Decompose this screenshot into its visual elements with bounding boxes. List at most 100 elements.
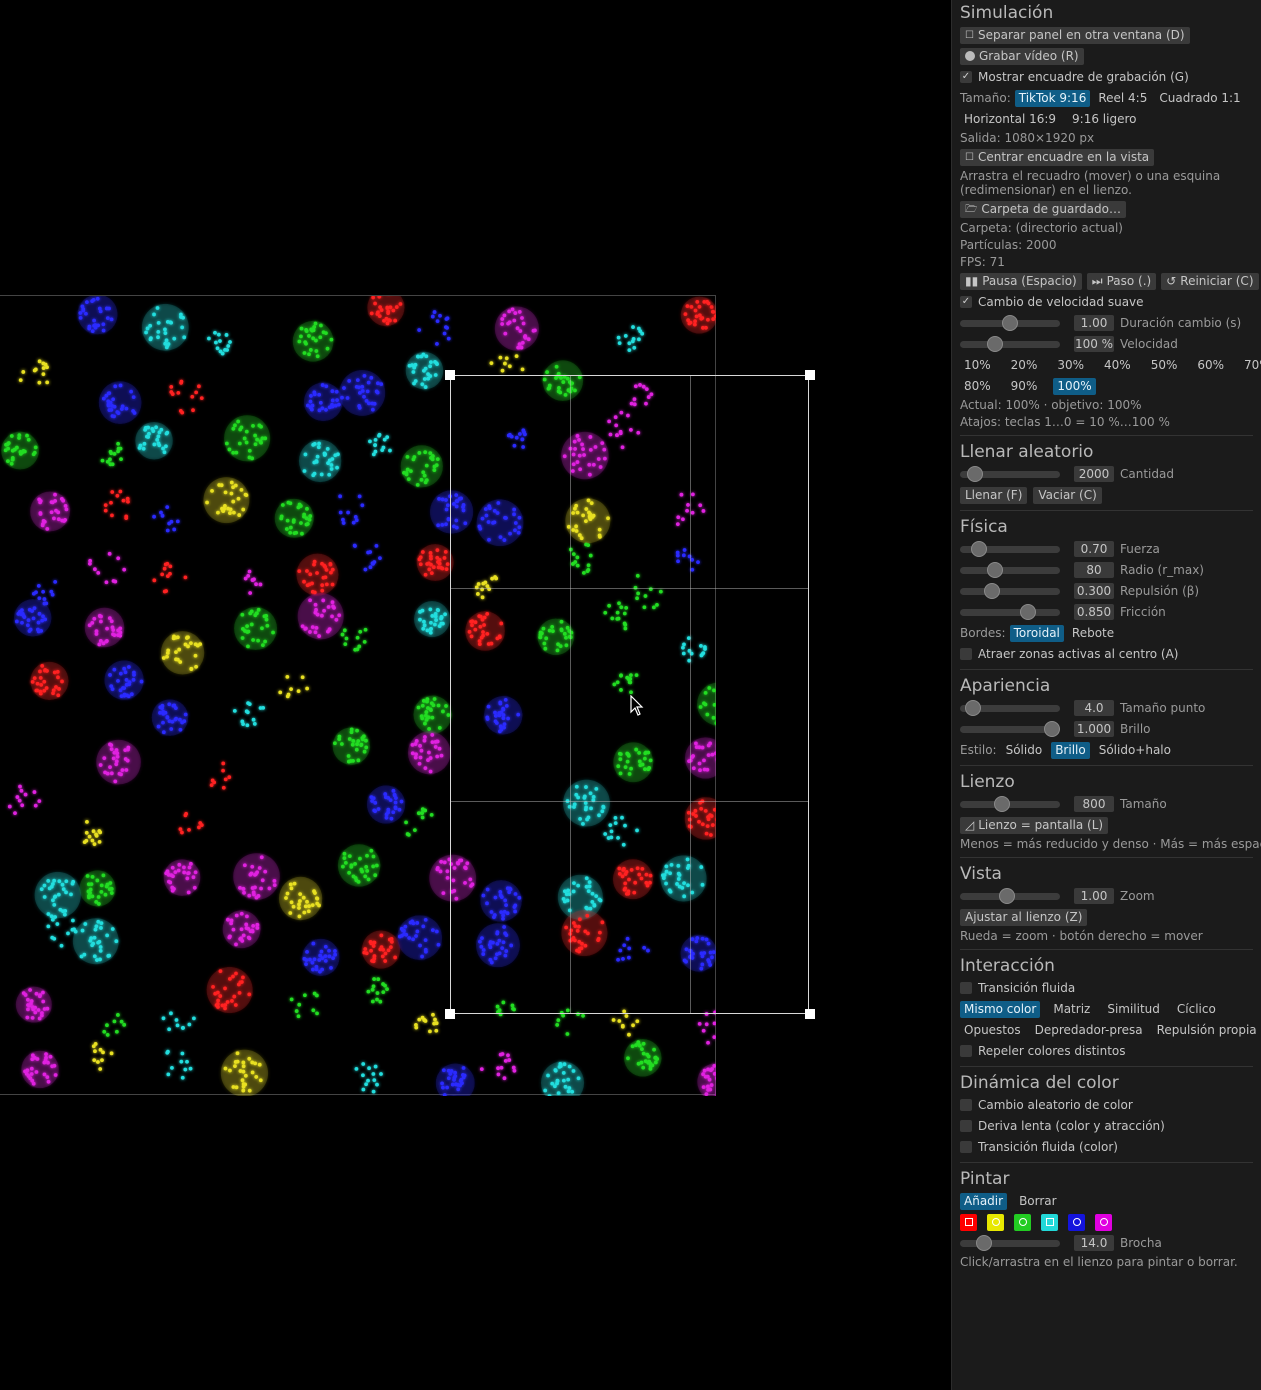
- mode-predator-prey[interactable]: Depredador-presa: [1031, 1022, 1147, 1039]
- slider-knob[interactable]: [1044, 721, 1060, 737]
- empty-button[interactable]: Vaciar (C): [1033, 486, 1102, 504]
- fill-button[interactable]: Llenar (F): [960, 486, 1028, 504]
- fluid-transition-checkbox[interactable]: [960, 982, 972, 994]
- brush-slider[interactable]: [960, 1234, 1060, 1252]
- mode-similarity[interactable]: Similitud: [1103, 1001, 1164, 1018]
- size-option-light[interactable]: 9:16 ligero: [1068, 111, 1140, 128]
- frame-resize-handle-bottom-right[interactable]: [805, 1009, 815, 1019]
- style-option-solid[interactable]: Sólido: [1002, 742, 1047, 759]
- color-swatch[interactable]: [987, 1213, 1004, 1231]
- canvas-hint: Menos = más reducido y denso · Más = más…: [960, 837, 1261, 851]
- force-value[interactable]: 0.70: [1074, 541, 1114, 557]
- color-swatch[interactable]: [1095, 1213, 1112, 1231]
- size-option-horizontal[interactable]: Horizontal 16:9: [960, 111, 1060, 128]
- slider-knob[interactable]: [984, 583, 1000, 599]
- color-swatch[interactable]: [1041, 1213, 1058, 1231]
- record-video-button[interactable]: Grabar vídeo (R): [960, 47, 1084, 65]
- force-slider[interactable]: [960, 540, 1060, 558]
- repulsion-value[interactable]: 0.300: [1074, 583, 1114, 599]
- dot-size-slider[interactable]: [960, 699, 1060, 717]
- border-option-bounce[interactable]: Rebote: [1068, 625, 1118, 642]
- border-option-toroidal[interactable]: Toroidal: [1009, 624, 1064, 642]
- speed-preset-30[interactable]: 30%: [1053, 357, 1088, 374]
- mode-self-repulsion[interactable]: Repulsión propia: [1153, 1022, 1261, 1039]
- speed-preset-40[interactable]: 40%: [1100, 357, 1135, 374]
- brush-value[interactable]: 14.0: [1074, 1235, 1114, 1251]
- size-option-reel[interactable]: Reel 4:5: [1094, 90, 1151, 107]
- mode-matrix[interactable]: Matriz: [1049, 1001, 1094, 1018]
- canvas-size-label: Tamaño: [1120, 797, 1167, 811]
- size-option-square[interactable]: Cuadrado 1:1: [1155, 90, 1244, 107]
- speed-slider[interactable]: [960, 335, 1060, 353]
- color-swatch[interactable]: [1014, 1213, 1031, 1231]
- dot-size-value[interactable]: 4.0: [1074, 700, 1114, 716]
- pause-button[interactable]: ▮▮ Pausa (Espacio): [960, 272, 1082, 290]
- repulsion-slider[interactable]: [960, 582, 1060, 600]
- repel-colors-checkbox[interactable]: [960, 1045, 972, 1057]
- zoom-slider[interactable]: [960, 887, 1060, 905]
- attract-center-checkbox[interactable]: [960, 648, 972, 660]
- radius-slider[interactable]: [960, 561, 1060, 579]
- slider-knob[interactable]: [965, 700, 981, 716]
- slider-knob[interactable]: [1002, 315, 1018, 331]
- fit-canvas-button[interactable]: Ajustar al lienzo (Z): [960, 908, 1088, 926]
- simulation-viewport[interactable]: [0, 0, 951, 1390]
- paint-mode-erase[interactable]: Borrar: [1015, 1193, 1061, 1210]
- step-button[interactable]: ⏭ Paso (.): [1086, 272, 1157, 290]
- friction-slider[interactable]: [960, 603, 1060, 621]
- amount-slider[interactable]: [960, 465, 1060, 483]
- frame-resize-handle-top-right[interactable]: [805, 370, 815, 380]
- mode-opposites[interactable]: Opuestos: [960, 1022, 1025, 1039]
- speed-preset-90[interactable]: 90%: [1007, 378, 1042, 395]
- zoom-value[interactable]: 1.00: [1074, 888, 1114, 904]
- random-color-change-checkbox[interactable]: [960, 1099, 972, 1111]
- color-fluid-transition-checkbox[interactable]: [960, 1141, 972, 1153]
- color-swatch[interactable]: [1068, 1213, 1085, 1231]
- style-option-glow[interactable]: Brillo: [1051, 741, 1090, 759]
- canvas-fit-screen-button[interactable]: ◿ Lienzo = pantalla (L): [960, 816, 1109, 834]
- size-option-tiktok[interactable]: TikTok 9:16: [1014, 89, 1091, 107]
- slider-knob[interactable]: [967, 466, 983, 482]
- speed-preset-100[interactable]: 100%: [1053, 377, 1096, 395]
- speed-preset-60[interactable]: 60%: [1193, 357, 1228, 374]
- mode-cyclic[interactable]: Cíclico: [1173, 1001, 1220, 1018]
- frame-resize-handle-top-left[interactable]: [445, 370, 455, 380]
- style-option-solid-halo[interactable]: Sólido+halo: [1095, 742, 1175, 759]
- slider-knob[interactable]: [971, 541, 987, 557]
- brightness-value[interactable]: 1.000: [1074, 721, 1114, 737]
- slider-knob[interactable]: [976, 1235, 992, 1251]
- speed-value[interactable]: 100 %: [1074, 336, 1114, 352]
- speed-preset-20[interactable]: 20%: [1007, 357, 1042, 374]
- amount-value[interactable]: 2000: [1074, 466, 1114, 482]
- duration-value[interactable]: 1.00: [1074, 315, 1114, 331]
- frame-resize-handle-bottom-left[interactable]: [445, 1009, 455, 1019]
- slider-knob[interactable]: [987, 336, 1003, 352]
- speed-preset-70[interactable]: 70%: [1240, 357, 1261, 374]
- canvas-size-slider[interactable]: [960, 795, 1060, 813]
- color-swatch[interactable]: [960, 1213, 977, 1231]
- slider-knob[interactable]: [994, 796, 1010, 812]
- canvas-size-value[interactable]: 800: [1074, 796, 1114, 812]
- duration-slider[interactable]: [960, 314, 1060, 332]
- detach-panel-button[interactable]: ☐ Separar panel en otra ventana (D): [960, 26, 1190, 44]
- slider-knob[interactable]: [1020, 604, 1036, 620]
- slider-knob[interactable]: [999, 888, 1015, 904]
- slider-knob[interactable]: [987, 562, 1003, 578]
- particle-cluster: [14, 599, 52, 637]
- friction-value[interactable]: 0.850: [1074, 604, 1114, 620]
- speed-preset-50[interactable]: 50%: [1147, 357, 1182, 374]
- brightness-slider[interactable]: [960, 720, 1060, 738]
- particle-cluster: [297, 593, 344, 640]
- speed-preset-80[interactable]: 80%: [960, 378, 995, 395]
- speed-preset-10[interactable]: 10%: [960, 357, 995, 374]
- smooth-speed-checkbox[interactable]: ✓: [960, 296, 972, 308]
- style-label: Estilo:: [960, 743, 997, 757]
- mode-same-color[interactable]: Mismo color: [960, 1000, 1041, 1018]
- center-frame-button[interactable]: ☐ Centrar encuadre en la vista: [960, 148, 1155, 166]
- show-frame-checkbox[interactable]: ✓: [960, 71, 972, 83]
- radius-value[interactable]: 80: [1074, 562, 1114, 578]
- slow-drift-checkbox[interactable]: [960, 1120, 972, 1132]
- restart-button[interactable]: ↺ Reiniciar (C): [1161, 272, 1259, 290]
- paint-mode-add[interactable]: Añadir: [960, 1192, 1008, 1210]
- save-folder-button[interactable]: 🗁 Carpeta de guardado…: [960, 200, 1126, 218]
